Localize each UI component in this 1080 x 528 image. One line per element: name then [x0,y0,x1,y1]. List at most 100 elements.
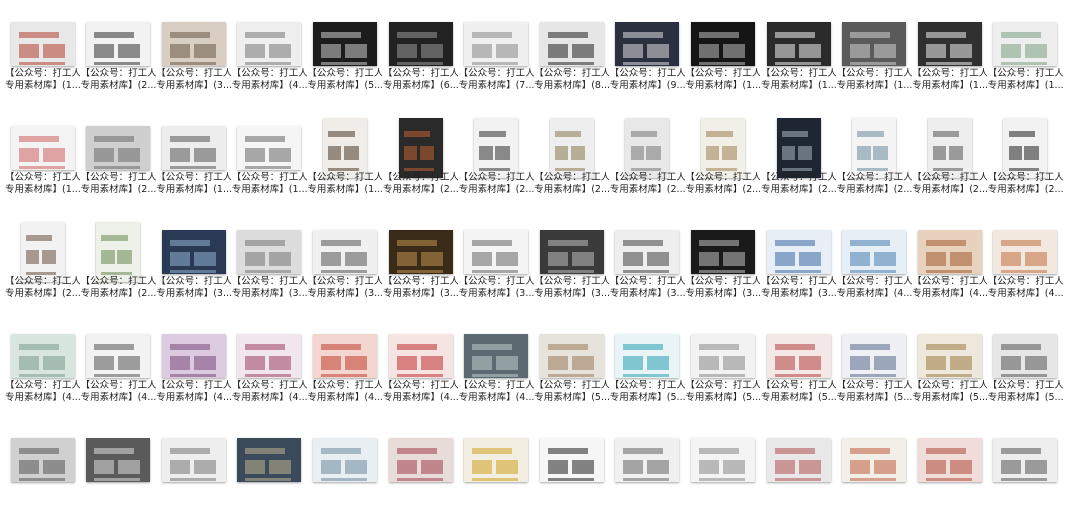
file-item[interactable]: 【公众号：打工人 专用素材库】(2... [459,116,534,216]
file-item[interactable]: 【公众号：打工人 专用素材库】(1... [5,116,80,216]
file-item[interactable]: 【公众号：打工人 专用素材库】(2... [5,220,80,320]
file-item[interactable] [837,428,912,528]
file-item[interactable]: 【公众号：打工人 专用素材库】(1... [5,12,80,112]
file-item[interactable] [912,428,987,528]
file-item[interactable]: 【公众号：打工人 专用素材库】(4... [81,324,156,424]
thumbnail-image [917,230,982,274]
thumbnail-graphic [396,44,417,58]
file-item[interactable]: 【公众号：打工人 专用素材库】(1... [761,12,836,112]
thumbnail-image [776,118,821,178]
thumbnail-image [237,126,302,170]
thumbnail-image [917,334,982,378]
file-item[interactable]: 【公众号：打工人 专用素材库】(6... [383,12,458,112]
file-item[interactable] [232,428,307,528]
file-item[interactable]: 【公众号：打工人 专用素材库】(3... [307,220,382,320]
thumbnail-graphic [42,460,65,474]
file-item[interactable]: 【公众号：打工人 专用素材库】(4... [156,324,231,424]
file-item[interactable]: 【公众号：打工人 专用素材库】(3... [156,12,231,112]
file-item[interactable]: 【公众号：打工人 专用素材库】(2... [685,116,760,216]
thumbnail-graphic [774,478,821,481]
file-item[interactable]: 【公众号：打工人 专用素材库】(1... [912,12,987,112]
thumbnail-graphic [101,249,115,264]
thumbnail-image [842,334,907,378]
thumbnail-graphic [547,270,594,273]
file-name: 【公众号：打工人 专用素材库】(1... [912,68,987,92]
thumbnail-graphic [18,478,65,481]
file-name-line2: 专用素材库】(3... [383,288,458,299]
file-item[interactable]: 【公众号：打工人 专用素材库】(1... [232,116,307,216]
file-name-line2: 专用素材库】(1... [836,80,912,91]
file-item[interactable]: 【公众号：打工人 专用素材库】(2... [534,116,609,216]
file-item[interactable]: 【公众号：打工人 专用素材库】(1... [307,116,382,216]
thumbnail-graphic [18,374,65,377]
thumbnail-graphic [774,344,815,350]
file-item[interactable] [610,428,685,528]
file-name: 【公众号：打工人 专用素材库】(4... [383,380,458,404]
file-item[interactable] [988,428,1063,528]
file-item[interactable]: 【公众号：打工人 专用素材库】(5... [685,324,760,424]
thumbnail-frame [307,324,382,388]
file-item[interactable]: 【公众号：打工人 专用素材库】(9... [610,12,685,112]
file-item[interactable]: 【公众号：打工人 专用素材库】(1... [156,116,231,216]
file-item[interactable]: 【公众号：打工人 专用素材库】(5... [988,324,1063,424]
file-item[interactable]: 【公众号：打工人 专用素材库】(5... [307,12,382,112]
file-item[interactable]: 【公众号：打工人 专用素材库】(4... [459,324,534,424]
file-item[interactable] [156,428,231,528]
thumbnail-image [474,118,519,178]
file-item[interactable]: 【公众号：打工人 专用素材库】(3... [232,220,307,320]
file-item[interactable]: 【公众号：打工人 专用素材库】(5... [761,324,836,424]
file-item[interactable]: 【公众号：打工人 专用素材库】(1... [685,12,760,112]
file-item[interactable]: 【公众号：打工人 专用素材库】(2... [912,116,987,216]
thumbnail-graphic [571,252,594,266]
file-item[interactable]: 【公众号：打工人 专用素材库】(3... [459,220,534,320]
file-item[interactable]: 【公众号：打工人 专用素材库】(4... [307,324,382,424]
file-item[interactable]: 【公众号：打工人 专用素材库】(3... [156,220,231,320]
file-item[interactable]: 【公众号：打工人 专用素材库】(5... [610,324,685,424]
file-item[interactable] [685,428,760,528]
file-item[interactable]: 【公众号：打工人 专用素材库】(3... [761,220,836,320]
file-item[interactable] [534,428,609,528]
file-item[interactable]: 【公众号：打工人 专用素材库】(2... [837,116,912,216]
file-item[interactable]: 【公众号：打工人 专用素材库】(2... [383,116,458,216]
file-item[interactable]: 【公众号：打工人 专用素材库】(8... [534,12,609,112]
file-name-line2: 专用素材库】(2... [80,184,156,195]
file-item[interactable]: 【公众号：打工人 专用素材库】(4... [988,220,1063,320]
thumbnail-graphic [623,270,670,273]
file-item[interactable] [761,428,836,528]
file-item[interactable] [459,428,534,528]
thumbnail-frame [459,428,534,492]
file-item[interactable]: 【公众号：打工人 专用素材库】(4... [383,324,458,424]
file-name: 【公众号：打工人 专用素材库】(4... [307,380,382,404]
file-item[interactable]: 【公众号：打工人 专用素材库】(5... [912,324,987,424]
file-name-line1: 【公众号：打工人 [458,276,534,287]
file-name-line2: 专用素材库】(5... [534,392,610,403]
file-name: 【公众号：打工人 专用素材库】(1... [5,172,80,196]
file-item[interactable]: 【公众号：打工人 专用素材库】(2... [988,116,1063,216]
thumbnail-graphic [1001,240,1042,246]
file-item[interactable]: 【公众号：打工人 专用素材库】(2... [761,116,836,216]
file-item[interactable] [383,428,458,528]
file-item[interactable]: 【公众号：打工人 专用素材库】(5... [837,324,912,424]
file-item[interactable]: 【公众号：打工人 专用素材库】(2... [610,116,685,216]
file-item[interactable]: 【公众号：打工人 专用素材库】(3... [534,220,609,320]
file-item[interactable]: 【公众号：打工人 专用素材库】(4... [837,220,912,320]
file-item[interactable]: 【公众号：打工人 专用素材库】(4... [912,220,987,320]
file-item[interactable]: 【公众号：打工人 专用素材库】(7... [459,12,534,112]
file-item[interactable] [5,428,80,528]
file-item[interactable] [81,428,156,528]
file-name-line2: 专用素材库】(5... [912,392,988,403]
file-item[interactable]: 【公众号：打工人 专用素材库】(4... [5,324,80,424]
file-item[interactable] [307,428,382,528]
file-item[interactable]: 【公众号：打工人 专用素材库】(5... [534,324,609,424]
file-item[interactable]: 【公众号：打工人 专用素材库】(2... [81,220,156,320]
file-item[interactable]: 【公众号：打工人 专用素材库】(2... [81,116,156,216]
file-item[interactable]: 【公众号：打工人 专用素材库】(3... [383,220,458,320]
file-item[interactable]: 【公众号：打工人 专用素材库】(3... [610,220,685,320]
file-item[interactable]: 【公众号：打工人 专用素材库】(4... [232,324,307,424]
file-item[interactable]: 【公众号：打工人 专用素材库】(1... [988,12,1063,112]
file-item[interactable]: 【公众号：打工人 专用素材库】(2... [81,12,156,112]
file-item[interactable]: 【公众号：打工人 专用素材库】(4... [232,12,307,112]
file-item[interactable]: 【公众号：打工人 专用素材库】(3... [685,220,760,320]
file-item[interactable]: 【公众号：打工人 专用素材库】(1... [837,12,912,112]
thumbnail-graphic [571,44,594,58]
